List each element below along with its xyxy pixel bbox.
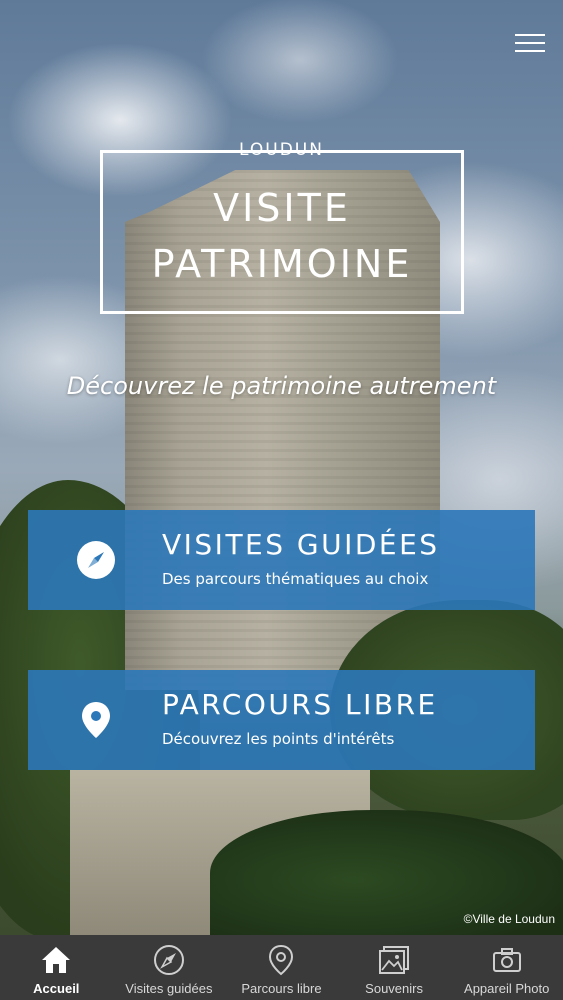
card-subtitle: Découvrez les points d'intérêts [162, 730, 395, 748]
page-title: VISITE PATRIMOINE [100, 180, 464, 292]
card-title: PARCOURS LIBRE [162, 688, 438, 721]
photo-credit: ©Ville de Loudun [463, 912, 555, 926]
compass-icon [152, 943, 186, 977]
tagline: Découvrez le patrimoine autrement [66, 372, 497, 400]
tab-label: Souvenirs [365, 981, 423, 996]
title-line-1: VISITE [213, 186, 351, 230]
guided-tours-card[interactable]: VISITES GUIDÉES Des parcours thématiques… [28, 510, 535, 610]
tab-label: Visites guidées [125, 981, 213, 996]
location-pin-icon [76, 700, 116, 740]
home-icon [39, 943, 73, 977]
location-pin-icon [264, 943, 298, 977]
tab-label: Appareil Photo [464, 981, 550, 996]
city-label: LOUDUN [239, 140, 324, 160]
title-line-2: PATRIMOINE [151, 242, 413, 286]
free-route-card[interactable]: PARCOURS LIBRE Découvrez les points d'in… [28, 670, 535, 770]
tab-label: Parcours libre [241, 981, 322, 996]
tab-parcours-libre[interactable]: Parcours libre [225, 935, 338, 1000]
photos-icon [377, 943, 411, 977]
bottom-tab-bar: Accueil Visites guidées Parcours libre S… [0, 935, 563, 1000]
tab-label: Accueil [33, 981, 80, 996]
tab-souvenirs[interactable]: Souvenirs [338, 935, 451, 1000]
tab-visites-guidees[interactable]: Visites guidées [113, 935, 226, 1000]
tab-appareil-photo[interactable]: Appareil Photo [450, 935, 563, 1000]
tab-accueil[interactable]: Accueil [0, 935, 113, 1000]
hamburger-menu-icon[interactable] [515, 34, 545, 54]
card-subtitle: Des parcours thématiques au choix [162, 570, 429, 588]
camera-icon [490, 943, 524, 977]
card-title: VISITES GUIDÉES [162, 528, 440, 561]
compass-icon [76, 540, 116, 580]
